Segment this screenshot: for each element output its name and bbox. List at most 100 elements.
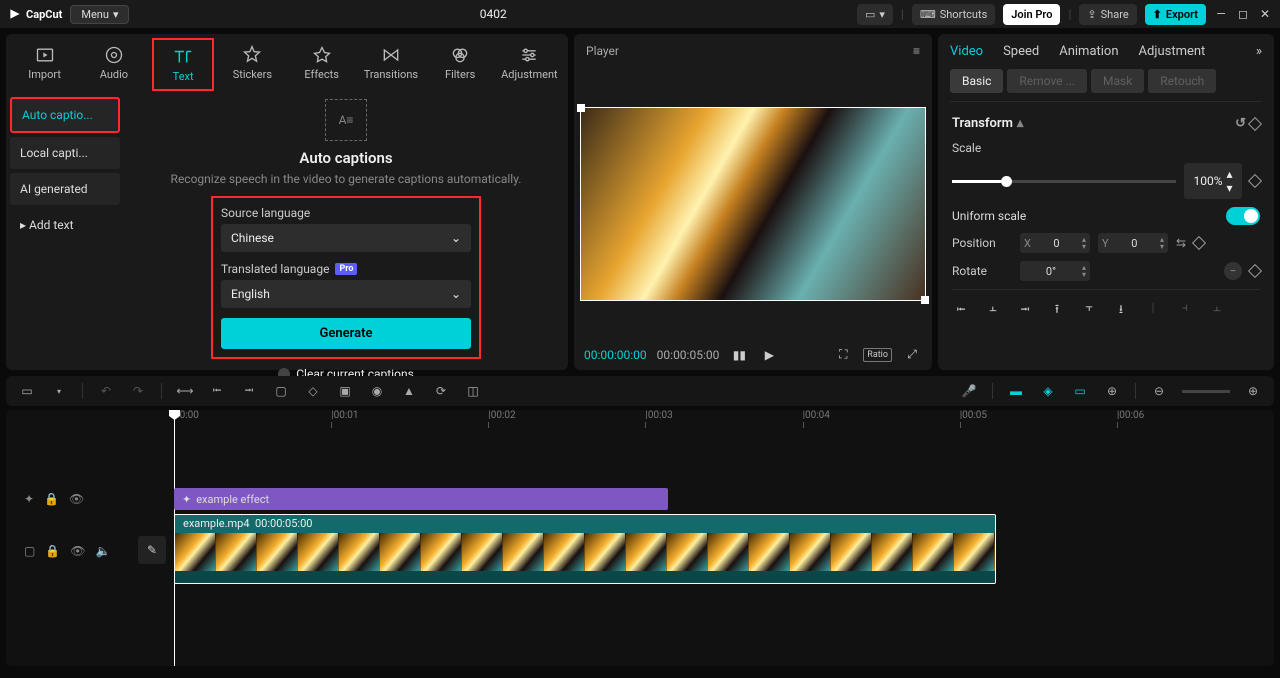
inspector-tab-speed[interactable]: Speed — [1003, 44, 1039, 59]
selection-tool[interactable]: ▭ — [18, 382, 36, 400]
tab-effects[interactable]: Effects — [291, 38, 353, 91]
shortcuts-button[interactable]: ⌨ Shortcuts — [912, 4, 995, 25]
inspector-tab-adjustment[interactable]: Adjustment — [1139, 44, 1206, 59]
subtab-mask[interactable]: Mask — [1091, 69, 1144, 93]
inspector-tab-animation[interactable]: Animation — [1059, 44, 1118, 59]
tab-transitions[interactable]: Transitions — [360, 38, 422, 91]
rotate-tool[interactable]: ⟳ — [432, 382, 450, 400]
duration-time: 00:00:05:00 — [657, 348, 720, 362]
tab-adjustment[interactable]: Adjustment — [498, 38, 560, 91]
import-icon — [34, 44, 56, 66]
effects-track-icon: ✦ — [24, 492, 34, 506]
maximize-button[interactable]: ◻ — [1236, 7, 1250, 21]
subtab-remove[interactable]: Remove ... — [1007, 69, 1087, 93]
tab-import[interactable]: Import — [14, 38, 76, 91]
marker-tool[interactable]: ◇ — [304, 382, 322, 400]
distribute-v-icon[interactable]: ⫠ — [1208, 300, 1226, 321]
split-tool[interactable]: ⟷ — [176, 382, 194, 400]
translated-language-select[interactable]: English ⌄ — [221, 280, 471, 308]
speed-tool[interactable]: ◉ — [368, 382, 386, 400]
snap-link-toggle[interactable]: ▭ — [1071, 382, 1089, 400]
align-right-icon[interactable]: ⭲ — [1016, 300, 1034, 321]
distribute-h-icon[interactable]: ⫞ — [1176, 300, 1194, 321]
position-keyframe[interactable] — [1192, 236, 1206, 250]
tab-stickers[interactable]: Stickers — [221, 38, 283, 91]
sidebar-item-ai-generated[interactable]: AI generated — [10, 173, 120, 205]
lock-icon[interactable]: 🔒 — [44, 492, 59, 506]
minimize-button[interactable]: — — [1214, 7, 1228, 21]
sidebar-item-local-captions[interactable]: Local capti... — [10, 137, 120, 169]
compare-icon[interactable]: ▮▮ — [729, 348, 749, 362]
subtab-retouch[interactable]: Retouch — [1148, 69, 1216, 93]
align-top-icon[interactable]: ⭱ — [1048, 300, 1066, 321]
preview-axis-icon[interactable]: ⊕ — [1103, 382, 1121, 400]
link-icon[interactable]: ⇆ — [1176, 236, 1186, 250]
mute-icon[interactable]: 🔈 — [96, 544, 111, 558]
zoom-out-button[interactable]: ⊖ — [1150, 382, 1168, 400]
timeline-ruler[interactable]: 00:00 |00:01 |00:02 |00:03 |00:04 |00:05… — [174, 410, 1274, 430]
keyframe-icon[interactable] — [1248, 116, 1262, 130]
group-tool[interactable]: ▣ — [336, 382, 354, 400]
mirror-tool[interactable]: ▲ — [400, 382, 418, 400]
inspector-more-icon[interactable]: » — [1256, 44, 1262, 59]
export-button[interactable]: ⬆ Export — [1145, 4, 1206, 25]
crop-tool[interactable]: ◫ — [464, 382, 482, 400]
rotate-reset-icon[interactable]: − — [1224, 262, 1242, 280]
snap-track-toggle[interactable]: ◈ — [1039, 382, 1057, 400]
subtab-basic[interactable]: Basic — [950, 69, 1003, 93]
redo-button[interactable]: ↷ — [129, 382, 147, 400]
rotate-input[interactable]: 0°▴▾ — [1020, 261, 1090, 281]
transform-section[interactable]: Transform ▴ ↺ — [952, 116, 1260, 131]
menu-button[interactable]: Menu ▾ — [70, 5, 129, 24]
app-logo: CapCut — [8, 7, 62, 21]
selection-dropdown[interactable]: ▾ — [50, 382, 68, 400]
player-viewport[interactable] — [574, 68, 932, 339]
lock-icon[interactable]: 🔒 — [45, 544, 60, 558]
trim-left-tool[interactable]: ⭰ — [208, 382, 226, 400]
join-pro-button[interactable]: Join Pro — [1003, 4, 1060, 25]
snap-main-toggle[interactable]: ▬ — [1007, 382, 1025, 400]
play-button[interactable]: ▶ — [759, 348, 779, 362]
generate-button[interactable]: Generate — [221, 318, 471, 349]
align-bottom-icon[interactable]: ⭳ — [1112, 300, 1130, 321]
align-center-h-icon[interactable]: ⫠ — [984, 300, 1002, 321]
position-y-input[interactable]: Y0▴▾ — [1098, 233, 1168, 253]
video-preview[interactable] — [580, 107, 926, 301]
mic-icon[interactable]: 🎤 — [960, 382, 978, 400]
tab-filters[interactable]: Filters — [429, 38, 491, 91]
position-x-input[interactable]: X0▴▾ — [1020, 233, 1090, 253]
scale-fit-icon[interactable]: ⛶ — [833, 347, 853, 362]
inspector-tab-video[interactable]: Video — [950, 44, 983, 59]
adjustment-icon — [518, 44, 540, 66]
delete-tool[interactable]: ▢ — [272, 382, 290, 400]
trim-right-tool[interactable]: ⭲ — [240, 382, 258, 400]
close-button[interactable]: ✕ — [1258, 7, 1272, 21]
zoom-slider[interactable] — [1182, 390, 1230, 393]
player-menu-icon[interactable]: ≡ — [913, 44, 920, 58]
project-title: 0402 — [137, 7, 848, 21]
reset-icon[interactable]: ↺ — [1235, 116, 1246, 131]
share-button[interactable]: ⇪ Share — [1079, 4, 1136, 25]
ratio-button[interactable]: Ratio — [863, 348, 892, 362]
scale-value[interactable]: 100%▴▾ — [1184, 163, 1242, 199]
track-edit-button[interactable]: ✎ — [138, 536, 166, 564]
tab-audio[interactable]: Audio — [83, 38, 145, 91]
source-language-select[interactable]: Chinese ⌄ — [221, 224, 471, 252]
video-clip[interactable]: example.mp4 00:00:05:00 — [174, 514, 996, 584]
uniform-scale-toggle[interactable] — [1226, 207, 1260, 225]
tab-text[interactable]: Text — [152, 38, 214, 91]
aspect-ratio-button[interactable]: ▭ ▾ — [857, 4, 893, 25]
zoom-in-button[interactable]: ⊕ — [1244, 382, 1262, 400]
eye-icon[interactable]: 👁 — [70, 544, 85, 558]
scale-slider[interactable] — [952, 180, 1176, 183]
effect-clip[interactable]: ✦ example effect — [174, 488, 668, 510]
fullscreen-icon[interactable]: ⤢ — [902, 347, 922, 362]
rotate-keyframe[interactable] — [1248, 264, 1262, 278]
undo-button[interactable]: ↶ — [97, 382, 115, 400]
eye-icon[interactable]: 👁 — [69, 492, 84, 506]
align-left-icon[interactable]: ⭰ — [952, 300, 970, 321]
sidebar-item-add-text[interactable]: ▸ Add text — [10, 209, 120, 241]
scale-keyframe[interactable] — [1248, 174, 1262, 188]
sidebar-item-auto-captions[interactable]: Auto captio... — [10, 97, 120, 133]
align-center-v-icon[interactable]: ⫟ — [1080, 300, 1098, 321]
